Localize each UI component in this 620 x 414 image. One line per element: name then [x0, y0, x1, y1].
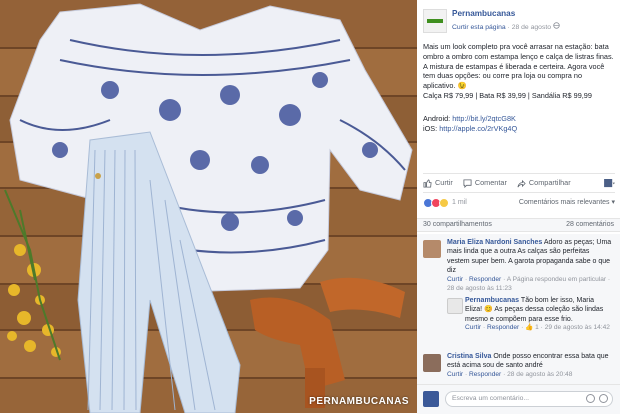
- comment-count[interactable]: 28 comentários: [566, 220, 614, 229]
- comment-icon: [463, 178, 472, 188]
- post-header: Pernambucanas Curtir esta página · 28 de…: [423, 7, 613, 35]
- page-avatar-small-icon: [604, 178, 615, 187]
- photo-watermark: PERNAMBUCANAS: [309, 396, 409, 407]
- composer-icons: [586, 394, 608, 403]
- ios-link[interactable]: http://apple.co/2rVKg4Q: [439, 124, 517, 133]
- comment-label: Comentar: [474, 178, 507, 188]
- thumbs-up-icon: [423, 178, 432, 188]
- share-label: Compartilhar: [528, 178, 571, 188]
- comment-meta-extra: · 28 de agosto às 20:48: [501, 370, 573, 378]
- post-subline: Curtir esta página · 28 de agosto: [452, 22, 560, 33]
- comments-list: Maria Eliza Nardoni Sanches Adoro as peç…: [417, 234, 620, 384]
- share-count[interactable]: 30 compartilhamentos: [423, 220, 492, 229]
- like-page-link[interactable]: Curtir esta página: [452, 24, 506, 31]
- reply-author[interactable]: Pernambucanas: [465, 297, 519, 304]
- reactions-summary[interactable]: 1 mil Comentários mais relevantes ▾: [423, 196, 615, 210]
- reply-meta: Curtir · Responder · 👍 1 · 29 de agosto …: [465, 324, 610, 332]
- page-avatar[interactable]: [423, 9, 447, 33]
- comment-author[interactable]: Cristina Silva: [447, 353, 491, 360]
- reaction-count: 1 mil: [452, 199, 467, 207]
- page-name-link[interactable]: Pernambucanas: [452, 9, 515, 20]
- comment-sort-dropdown[interactable]: Comentários mais relevantes ▾: [519, 198, 615, 207]
- comment-reply-link[interactable]: Responder: [469, 371, 501, 378]
- ios-label: iOS:: [423, 123, 438, 133]
- app-links: Android: http://bit.ly/2qtcG8K iOS: http…: [423, 114, 615, 134]
- comment-meta: Curtir · Responder · 28 de agosto às 20:…: [447, 370, 573, 378]
- like-button[interactable]: Curtir: [423, 178, 453, 188]
- share-button[interactable]: Compartilhar: [517, 178, 571, 188]
- comment-author[interactable]: Maria Eliza Nardoni Sanches: [447, 239, 542, 246]
- comment-reply-link[interactable]: Responder: [469, 276, 501, 283]
- commenter-avatar[interactable]: [423, 354, 441, 372]
- view-as-selector[interactable]: [604, 178, 615, 188]
- comment-like-link[interactable]: Curtir: [447, 371, 463, 378]
- comment-item: Maria Eliza Nardoni Sanches Adoro as peç…: [423, 238, 613, 292]
- reply-reply-link[interactable]: Responder: [487, 324, 519, 331]
- reply-meta-extra: · 👍 1 · 29 de agosto às 14:42: [519, 324, 610, 332]
- outfit-image: [0, 0, 417, 413]
- comment-button[interactable]: Comentar: [463, 178, 507, 188]
- emoji-icon[interactable]: [586, 394, 595, 403]
- commenter-avatar[interactable]: [423, 240, 441, 258]
- wow-reaction-icon: [439, 198, 449, 208]
- camera-icon[interactable]: [599, 394, 608, 403]
- post-photo[interactable]: PERNAMBUCANAS: [0, 0, 417, 413]
- post-text: Mais um look completo pra você arrasar n…: [423, 42, 614, 100]
- globe-icon: [553, 22, 560, 29]
- like-label: Curtir: [435, 178, 453, 188]
- reply-item: Pernambucanas Tão bom ler isso, Maria El…: [447, 296, 610, 342]
- page-reply-avatar[interactable]: [447, 298, 463, 314]
- post-sidebar: Pernambucanas Curtir esta página · 28 de…: [417, 0, 620, 414]
- post-date[interactable]: 28 de agosto: [512, 24, 551, 31]
- current-user-avatar: [423, 391, 439, 407]
- android-link[interactable]: http://bit.ly/2qtcG8K: [452, 114, 516, 123]
- engagement-counts: 30 compartilhamentos 28 comentários: [417, 218, 620, 232]
- share-icon: [517, 179, 526, 187]
- post-actions: Curtir Comentar Compartilhar: [423, 173, 615, 193]
- comment-like-link[interactable]: Curtir: [447, 276, 463, 283]
- reply-like-link[interactable]: Curtir: [465, 324, 481, 331]
- comment-meta: Curtir · Responder · A Página respondeu …: [447, 275, 611, 292]
- comment-item: Cristina Silva Onde posso encontrar essa…: [423, 352, 613, 382]
- comment-composer: Escreva um comentário...: [417, 384, 620, 414]
- android-label: Android:: [423, 114, 451, 123]
